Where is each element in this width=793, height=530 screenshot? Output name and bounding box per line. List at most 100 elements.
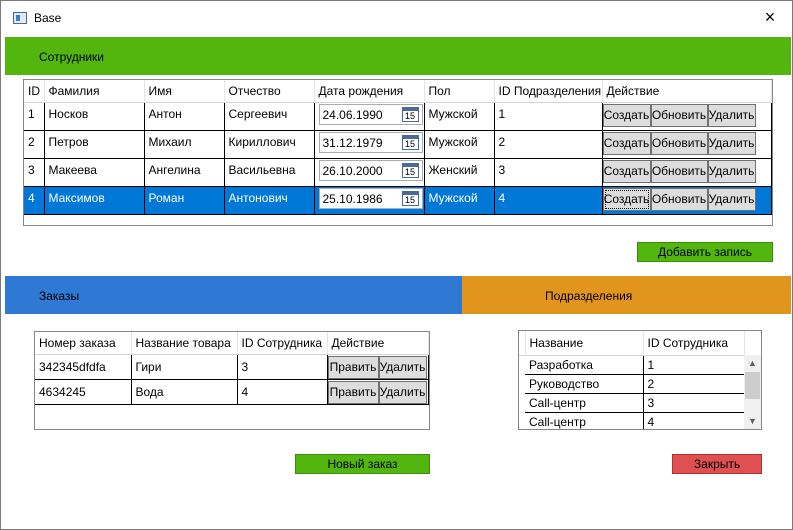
main-window: Base × Сотрудники ID Фамилия Имя Отчеств… bbox=[0, 0, 793, 530]
update-button[interactable]: Обновить bbox=[650, 187, 708, 211]
column-header[interactable]: Номер заказа bbox=[35, 332, 132, 355]
cell-first-name[interactable]: Михаил bbox=[144, 130, 225, 159]
cell-last-name[interactable]: Максимов bbox=[44, 186, 145, 215]
employee-row[interactable]: 1 Носков Антон Сергеевич 24.06.1990 15 М… bbox=[24, 102, 772, 131]
cell-department-id[interactable]: 1 bbox=[494, 102, 603, 131]
cell-last-name[interactable]: Макеева bbox=[44, 158, 145, 187]
delete-button[interactable]: Удалить bbox=[707, 159, 756, 183]
cell-id[interactable]: 2 bbox=[24, 130, 45, 159]
cell-middle-name[interactable]: Васильевна bbox=[224, 158, 315, 187]
close-button[interactable]: Закрыть bbox=[672, 454, 762, 474]
birth-date-picker[interactable]: 25.10.1986 15 bbox=[318, 187, 423, 209]
column-header[interactable]: ID Сотрудника bbox=[237, 332, 328, 355]
calendar-icon[interactable]: 15 bbox=[401, 106, 419, 122]
cell-employee-id[interactable]: 4 bbox=[237, 379, 328, 405]
delete-button[interactable]: Удалить bbox=[707, 131, 756, 155]
column-header[interactable]: Название bbox=[525, 331, 644, 356]
column-header[interactable]: Имя bbox=[144, 80, 225, 103]
cell-department-id[interactable]: 3 bbox=[494, 158, 603, 187]
create-button[interactable]: Создать bbox=[602, 187, 651, 211]
cell-first-name[interactable]: Антон bbox=[144, 102, 225, 131]
employee-row[interactable]: 2 Петров Михаил Кириллович 31.12.1979 15… bbox=[24, 130, 772, 159]
edit-button[interactable]: Править bbox=[327, 380, 379, 403]
birth-date-value: 26.10.2000 bbox=[322, 163, 383, 178]
new-order-button[interactable]: Новый заказ bbox=[295, 454, 430, 474]
cell-id[interactable]: 3 bbox=[24, 158, 45, 187]
close-icon[interactable]: × bbox=[758, 6, 782, 28]
cell-department-name[interactable]: Руководство bbox=[525, 374, 644, 394]
column-header[interactable]: Фамилия bbox=[44, 80, 145, 103]
cell-first-name[interactable]: Роман bbox=[144, 186, 225, 215]
employees-grid[interactable]: ID Фамилия Имя Отчество Дата рождения По… bbox=[23, 79, 773, 226]
cell-first-name[interactable]: Ангелина bbox=[144, 158, 225, 187]
calendar-icon[interactable]: 15 bbox=[401, 134, 419, 150]
scroll-down-icon[interactable]: ▼ bbox=[744, 413, 761, 429]
department-row[interactable]: Разработка 1 bbox=[519, 355, 745, 375]
cell-id[interactable]: 4 bbox=[24, 186, 45, 215]
cell-middle-name[interactable]: Кириллович bbox=[224, 130, 315, 159]
cell-employee-id[interactable]: 2 bbox=[643, 374, 745, 394]
birth-date-picker[interactable]: 26.10.2000 15 bbox=[318, 159, 423, 181]
delete-button[interactable]: Удалить bbox=[707, 103, 756, 127]
orders-grid[interactable]: Номер заказа Название товара ID Сотрудни… bbox=[34, 331, 430, 430]
cell-gender[interactable]: Женский bbox=[424, 158, 495, 187]
cell-last-name[interactable]: Носков bbox=[44, 102, 145, 131]
edit-button[interactable]: Править bbox=[327, 355, 379, 378]
order-row[interactable]: 4634245 Вода 4 Править Удалить bbox=[35, 379, 429, 405]
cell-employee-id[interactable]: 3 bbox=[237, 354, 328, 380]
departments-grid[interactable]: Название ID Сотрудника Разработка 1 Руко… bbox=[518, 330, 762, 430]
scroll-thumb[interactable] bbox=[745, 372, 760, 399]
cell-employee-id[interactable]: 4 bbox=[643, 412, 745, 429]
cell-department-name[interactable]: Разработка bbox=[525, 355, 644, 375]
delete-button[interactable]: Удалить bbox=[378, 380, 427, 403]
create-button[interactable]: Создать bbox=[602, 131, 651, 155]
column-header[interactable]: Пол bbox=[424, 80, 495, 103]
scroll-up-icon[interactable]: ▲ bbox=[744, 355, 761, 372]
column-header[interactable]: ID Сотрудника bbox=[643, 331, 745, 356]
employee-row-selected[interactable]: 4 Максимов Роман Антонович 25.10.1986 15… bbox=[24, 186, 772, 215]
cell-order-number[interactable]: 4634245 bbox=[35, 379, 132, 405]
department-row[interactable]: Call-центр 4 bbox=[519, 412, 745, 429]
create-button[interactable]: Создать bbox=[602, 103, 651, 127]
cell-middle-name[interactable]: Сергеевич bbox=[224, 102, 315, 131]
cell-id[interactable]: 1 bbox=[24, 102, 45, 131]
cell-employee-id[interactable]: 3 bbox=[643, 393, 745, 413]
cell-gender[interactable]: Мужской bbox=[424, 130, 495, 159]
order-row[interactable]: 342345dfdfa Гири 3 Править Удалить bbox=[35, 354, 429, 380]
delete-button[interactable]: Удалить bbox=[707, 187, 756, 211]
cell-gender[interactable]: Мужской bbox=[424, 102, 495, 131]
employees-header-row: ID Фамилия Имя Отчество Дата рождения По… bbox=[24, 80, 772, 103]
cell-department-id[interactable]: 2 bbox=[494, 130, 603, 159]
column-header[interactable]: Действие bbox=[327, 332, 429, 355]
cell-employee-id[interactable]: 1 bbox=[643, 355, 745, 375]
calendar-icon[interactable]: 15 bbox=[401, 162, 419, 178]
add-record-button[interactable]: Добавить запись bbox=[637, 242, 773, 262]
cell-gender[interactable]: Мужской bbox=[424, 186, 495, 215]
delete-button[interactable]: Удалить bbox=[378, 355, 427, 378]
column-header[interactable]: Действие bbox=[602, 80, 772, 103]
update-button[interactable]: Обновить bbox=[650, 131, 708, 155]
cell-product-name[interactable]: Вода bbox=[131, 379, 238, 405]
cell-product-name[interactable]: Гири bbox=[131, 354, 238, 380]
cell-department-name[interactable]: Call-центр bbox=[525, 412, 644, 429]
cell-department-id[interactable]: 4 bbox=[494, 186, 603, 215]
cell-middle-name[interactable]: Антонович bbox=[224, 186, 315, 215]
employee-row[interactable]: 3 Макеева Ангелина Васильевна 26.10.2000… bbox=[24, 158, 772, 187]
birth-date-picker[interactable]: 31.12.1979 15 bbox=[318, 131, 423, 153]
calendar-icon[interactable]: 15 bbox=[401, 190, 419, 206]
cell-department-name[interactable]: Call-центр bbox=[525, 393, 644, 413]
cell-order-number[interactable]: 342345dfdfa bbox=[35, 354, 132, 380]
update-button[interactable]: Обновить bbox=[650, 159, 708, 183]
column-header[interactable]: Отчество bbox=[224, 80, 315, 103]
cell-last-name[interactable]: Петров bbox=[44, 130, 145, 159]
column-header[interactable]: ID bbox=[24, 80, 45, 103]
department-row[interactable]: Call-центр 3 bbox=[519, 393, 745, 413]
column-header[interactable]: Название товара bbox=[131, 332, 238, 355]
birth-date-picker[interactable]: 24.06.1990 15 bbox=[318, 103, 423, 125]
update-button[interactable]: Обновить bbox=[650, 103, 708, 127]
department-row[interactable]: Руководство 2 bbox=[519, 374, 745, 394]
column-header[interactable]: ID Подразделения bbox=[494, 80, 603, 103]
create-button[interactable]: Создать bbox=[602, 159, 651, 183]
departments-scrollbar[interactable]: ▲ ▼ bbox=[744, 355, 761, 429]
column-header[interactable]: Дата рождения bbox=[314, 80, 425, 103]
